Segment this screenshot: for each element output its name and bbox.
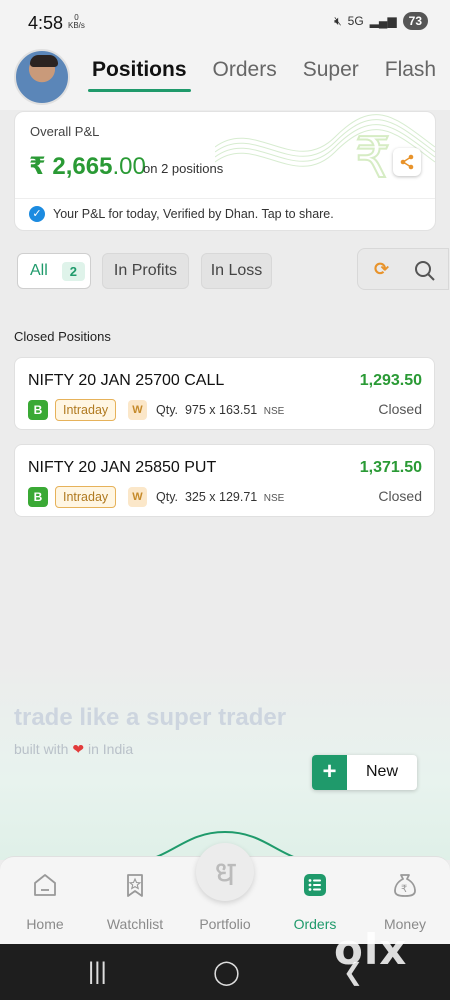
recent-apps-button[interactable]: |||	[88, 958, 107, 986]
section-title: Closed Positions	[14, 329, 111, 344]
position-card[interactable]: NIFTY 20 JAN 25850 PUT 1,371.50 B Intrad…	[14, 444, 435, 517]
tab-positions[interactable]: Positions	[88, 58, 191, 92]
watchlist-icon	[127, 874, 143, 897]
position-name: NIFTY 20 JAN 25700 CALL	[28, 372, 225, 389]
product-badge: Intraday	[55, 486, 117, 508]
orders-icon	[304, 874, 326, 896]
avatar[interactable]	[14, 49, 70, 105]
home-button[interactable]: ◯	[213, 958, 240, 987]
filter-in-loss[interactable]: In Loss	[201, 253, 272, 289]
verified-check-icon: ✓	[29, 206, 45, 222]
svg-text:₹: ₹	[355, 126, 391, 191]
nav-orders[interactable]: Orders	[270, 870, 360, 932]
nav-money[interactable]: ₹ Money	[360, 870, 450, 932]
nav-home[interactable]: Home	[0, 870, 90, 932]
new-order-button[interactable]: + New	[312, 755, 417, 790]
position-qty: Qty. 975 x 163.51 NSE	[156, 403, 285, 417]
watermark-logo: olx	[334, 925, 408, 974]
status-bar: 4:58 0 KB/s 🔇︎ 5G ▂▄▆ 73	[0, 0, 450, 44]
tab-super[interactable]: Super	[303, 58, 359, 92]
tab-flash[interactable]: Flash	[385, 58, 436, 92]
promo-title: trade like a super trader	[14, 704, 287, 731]
share-button[interactable]	[393, 148, 421, 176]
position-card[interactable]: NIFTY 20 JAN 25700 CALL 1,293.50 B Intra…	[14, 357, 435, 430]
search-icon[interactable]	[414, 260, 436, 282]
home-icon	[34, 874, 56, 896]
buy-badge: B	[28, 400, 48, 420]
weekly-badge: W	[128, 487, 147, 507]
pnl-amount: ₹ 2,665.00	[29, 153, 146, 180]
position-name: NIFTY 20 JAN 25850 PUT	[28, 459, 217, 476]
money-icon: ₹	[394, 874, 416, 897]
tab-orders[interactable]: Orders	[213, 58, 277, 92]
tab-bar: Positions Orders Super Flash	[88, 58, 436, 92]
share-icon	[400, 154, 414, 170]
promo-subtitle: built with ❤ in India	[14, 741, 134, 757]
app-header: Positions Orders Super Flash	[0, 44, 450, 110]
pnl-verify-text: Your P&L for today, Verified by Dhan. Ta…	[53, 207, 334, 221]
filter-in-profits[interactable]: In Profits	[102, 253, 189, 289]
signal-icon: ▂▄▆	[369, 14, 397, 28]
nav-watchlist[interactable]: Watchlist	[90, 870, 180, 932]
svg-text:₹: ₹	[401, 884, 407, 895]
position-status: Closed	[378, 401, 422, 417]
exit-all-icon[interactable]: ⟳	[374, 259, 389, 280]
position-qty: Qty. 325 x 129.71 NSE	[156, 490, 285, 504]
filter-all[interactable]: All 2	[17, 253, 91, 289]
product-badge: Intraday	[55, 399, 117, 421]
battery-indicator: 73	[402, 12, 428, 30]
rupee-symbol: ₹	[29, 153, 46, 180]
toolbar-actions: ⟳	[357, 248, 449, 290]
weekly-badge: W	[128, 400, 147, 420]
network-speed: 0 KB/s	[68, 13, 85, 30]
heart-icon: ❤	[72, 741, 85, 757]
pnl-position-count: on 2 positions	[143, 161, 224, 176]
plus-icon: +	[312, 755, 347, 790]
position-status: Closed	[378, 488, 422, 504]
pnl-card[interactable]: ₹ Overall P&L ₹ 2,665.00 on 2 positions …	[14, 111, 436, 231]
position-pnl: 1,371.50	[359, 459, 422, 476]
status-time: 4:58	[28, 13, 64, 33]
pnl-title: Overall P&L	[30, 124, 100, 139]
buy-badge: B	[28, 487, 48, 507]
mute-icon: 🔇︎	[334, 13, 342, 28]
filter-all-count: 2	[61, 261, 86, 281]
nav-portfolio[interactable]: Portfolio	[180, 870, 270, 932]
position-pnl: 1,293.50	[359, 372, 422, 389]
network-type: 5G	[347, 14, 364, 28]
